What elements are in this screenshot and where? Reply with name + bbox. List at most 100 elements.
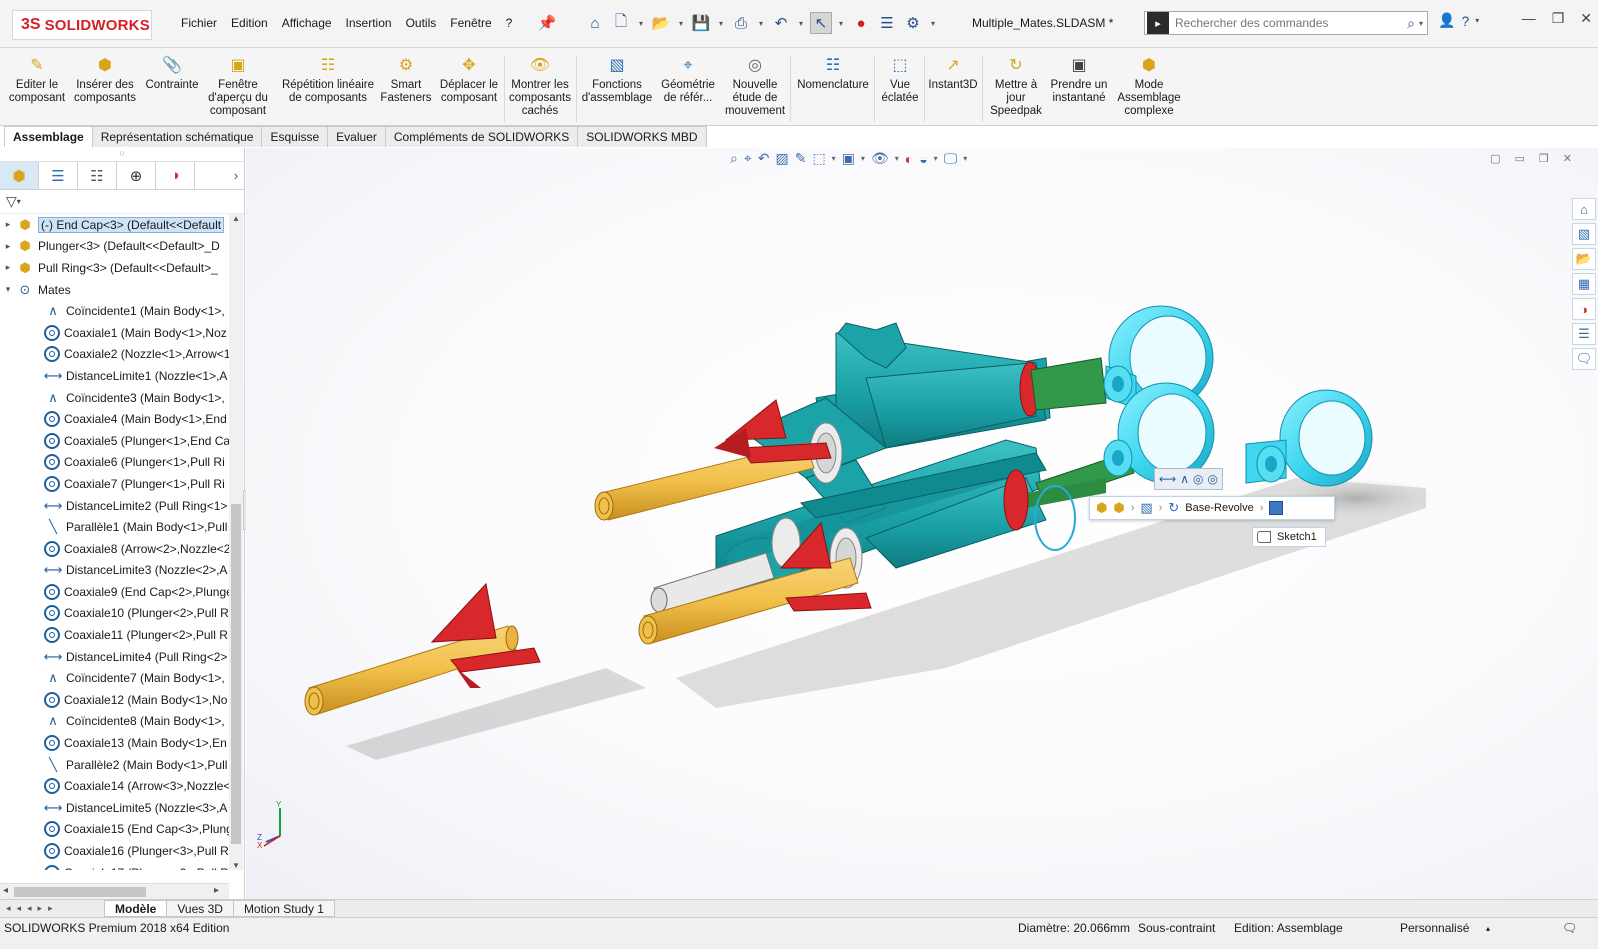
tree-mate-row[interactable]: Coaxiale10 (Plunger<2>,Pull R: [0, 603, 244, 625]
menu-outils[interactable]: Outils: [399, 16, 444, 30]
search-input[interactable]: [1169, 13, 1408, 33]
pull-ring-bottom[interactable]: [1245, 389, 1373, 487]
sketch-breadcrumb[interactable]: Sketch1: [1252, 527, 1326, 547]
body-breadcrumb-icon[interactable]: ▧: [1140, 500, 1152, 516]
print-icon[interactable]: ⎙: [730, 12, 752, 34]
featuremanager-tab-icon[interactable]: ⬢: [0, 162, 39, 189]
tree-mate-row[interactable]: Coaxiale2 (Nozzle<1>,Arrow<1: [0, 344, 244, 366]
status-constraint[interactable]: Sous-contraint: [1138, 921, 1215, 935]
preview-window-button[interactable]: ▣ Fenêtre d'aperçu du composant: [204, 54, 272, 118]
feature-breadcrumb-label[interactable]: Base-Revolve: [1185, 502, 1253, 514]
tree-mate-row[interactable]: Coaxiale13 (Main Body<1>,En: [0, 732, 244, 754]
tab-complements[interactable]: Compléments de SOLIDWORKS: [384, 126, 579, 147]
large-assembly-button[interactable]: ⬢ Mode Assemblage complexe: [1114, 54, 1184, 118]
smart-fasteners-button[interactable]: ⚙ Smart Fasteners: [380, 54, 432, 105]
open-dropdown-icon[interactable]: ▾: [676, 12, 686, 34]
dimxpert-tab-icon[interactable]: ⊕: [117, 162, 156, 189]
show-hidden-button[interactable]: 👁 Montrer les composants cachés: [508, 54, 572, 118]
instant3d-button[interactable]: ↗ Instant3D: [926, 54, 980, 92]
move-component-button[interactable]: ✥ Déplacer le composant: [436, 54, 502, 105]
coaxial-mate-icon[interactable]: ◎: [1193, 472, 1203, 486]
menu-insertion[interactable]: Insertion: [339, 16, 399, 30]
tree-mate-row[interactable]: ∧ Coïncidente7 (Main Body<1>,: [0, 667, 244, 689]
command-search[interactable]: ▸ ⌕ ▾: [1144, 11, 1428, 35]
tree-mate-row[interactable]: Coaxiale4 (Main Body<1>,End: [0, 408, 244, 430]
tree-mate-row[interactable]: Coaxiale5 (Plunger<1>,End Ca: [0, 430, 244, 452]
select-cursor-icon[interactable]: ↖: [810, 12, 832, 34]
tree-mate-row[interactable]: Coaxiale11 (Plunger<2>,Pull R: [0, 624, 244, 646]
tab-evaluer[interactable]: Evaluer: [327, 126, 386, 147]
tree-filter-icon[interactable]: ▽ ▾: [0, 190, 244, 214]
tree-mate-row[interactable]: Coaxiale8 (Arrow<2>,Nozzle<2: [0, 538, 244, 560]
tree-mate-row[interactable]: Coaxiale12 (Main Body<1>,No: [0, 689, 244, 711]
tree-mate-row[interactable]: ╲ Parallèle1 (Main Body<1>,Pull: [0, 516, 244, 538]
distance-mate-icon[interactable]: ⟷: [1159, 472, 1176, 486]
status-units[interactable]: Personnalisé: [1400, 921, 1469, 935]
tree-mate-row[interactable]: ⟷ DistanceLimite1 (Nozzle<1>,A: [0, 365, 244, 387]
tree-component-row[interactable]: ▸ ⬢ (-) End Cap<3> (Default<<Default: [0, 214, 244, 236]
tree-mates-folder[interactable]: ▾ ⊙ Mates: [0, 279, 244, 301]
tab-modele[interactable]: Modèle: [104, 900, 168, 917]
tree-mate-row[interactable]: ⟷ DistanceLimite2 (Pull Ring<1>: [0, 495, 244, 517]
tree-mate-row[interactable]: ╲ Parallèle2 (Main Body<1>,Pull: [0, 754, 244, 776]
units-dropdown-icon[interactable]: ▴: [1486, 924, 1490, 933]
home-icon[interactable]: ⌂: [584, 12, 606, 34]
tree-component-row[interactable]: ▸ ⬢ Plunger<3> (Default<<Default>_D: [0, 236, 244, 258]
save-dropdown-icon[interactable]: ▾: [716, 12, 726, 34]
scroll-left-icon[interactable]: ◂: [3, 885, 8, 896]
tree-mate-row[interactable]: Coaxiale16 (Plunger<3>,Pull R: [0, 840, 244, 862]
file-explorer-icon[interactable]: 📂: [1572, 248, 1596, 270]
tree-mate-row[interactable]: Coaxiale17 (Plunger<3>,Pull R: [0, 862, 244, 870]
speedpak-button[interactable]: ↻ Mettre à jour Speedpak: [986, 54, 1046, 118]
tree-mate-row[interactable]: ⟷ DistanceLimite3 (Nozzle<2>,A: [0, 560, 244, 582]
tree-mate-row[interactable]: Coaxiale1 (Main Body<1>,Noz: [0, 322, 244, 344]
assembly-model-render[interactable]: [246, 148, 1598, 899]
tree-vertical-scrollbar[interactable]: ▲ ▼: [229, 214, 243, 870]
new-motion-study-button[interactable]: ◎ Nouvelle étude de mouvement: [722, 54, 788, 118]
forum-icon[interactable]: 🗨: [1572, 348, 1596, 370]
edit-component-button[interactable]: ✎ Editer le composant: [6, 54, 68, 105]
new-dropdown-icon[interactable]: ▾: [636, 12, 646, 34]
new-document-icon[interactable]: 🗋: [610, 12, 632, 34]
scroll-thumb[interactable]: [231, 504, 241, 844]
part-breadcrumb-icon[interactable]: ⬢: [1113, 500, 1124, 516]
scroll-down-icon[interactable]: ▼: [229, 861, 243, 870]
coaxial-mate-icon[interactable]: ◎: [1207, 472, 1217, 486]
help-dropdown-icon[interactable]: ▾: [1475, 16, 1479, 25]
assembly-breadcrumb-icon[interactable]: ⬢: [1096, 500, 1107, 516]
view-palette-icon[interactable]: ▦: [1572, 273, 1596, 295]
revolve-feature-icon[interactable]: ↻: [1168, 500, 1179, 516]
solidworks-resources-icon[interactable]: ⌂: [1572, 198, 1596, 220]
more-tabs-chevron-icon[interactable]: ›: [228, 162, 244, 189]
hscroll-thumb[interactable]: [14, 887, 146, 897]
tab-motion-study-1[interactable]: Motion Study 1: [232, 900, 335, 917]
insert-components-button[interactable]: ⬢ Insérer des composants: [72, 54, 138, 105]
collapse-arrow-icon[interactable]: ▾: [0, 284, 16, 295]
bom-button[interactable]: ☷ Nomenclature: [794, 54, 872, 92]
custom-properties-icon[interactable]: ☰: [1572, 323, 1596, 345]
tree-mate-row[interactable]: Coaxiale9 (End Cap<2>,Plunge: [0, 581, 244, 603]
appearances-icon[interactable]: ◑: [1572, 298, 1596, 320]
minimize-icon[interactable]: —: [1522, 10, 1536, 27]
snapshot-button[interactable]: ▣ Prendre un instantané: [1048, 54, 1110, 105]
tree-component-row[interactable]: ▸ ⬢ Pull Ring<3> (Default<<Default>_: [0, 257, 244, 279]
search-mode-icon[interactable]: ▸: [1147, 12, 1169, 34]
menu-affichage[interactable]: Affichage: [275, 16, 339, 30]
menu-help[interactable]: ?: [499, 16, 520, 30]
panel-grip[interactable]: ○: [0, 148, 244, 162]
select-dropdown-icon[interactable]: ▾: [836, 12, 846, 34]
expand-arrow-icon[interactable]: ▸: [0, 262, 16, 273]
tree-mate-row[interactable]: Coaxiale14 (Arrow<3>,Nozzle<: [0, 775, 244, 797]
tree-mate-row[interactable]: ∧ Coïncidente1 (Main Body<1>,: [0, 300, 244, 322]
tree-mate-row[interactable]: Coaxiale7 (Plunger<1>,Pull Ri: [0, 473, 244, 495]
reference-geometry-button[interactable]: ⌖ Géométrie de référ...: [656, 54, 720, 105]
menu-edition[interactable]: Edition: [224, 16, 275, 30]
save-icon[interactable]: 💾: [690, 12, 712, 34]
exploded-view-button[interactable]: ⬚ Vue éclatée: [878, 54, 922, 105]
linear-pattern-button[interactable]: ☷ Répétition linéaire de composants: [276, 54, 380, 105]
tab-representation-schematique[interactable]: Représentation schématique: [91, 126, 263, 147]
assembly-features-button[interactable]: ▧ Fonctions d'assemblage: [580, 54, 654, 105]
rebuild-icon[interactable]: ●: [850, 12, 872, 34]
user-icon[interactable]: 👤: [1438, 12, 1455, 29]
tab-vues-3d[interactable]: Vues 3D: [166, 900, 234, 917]
